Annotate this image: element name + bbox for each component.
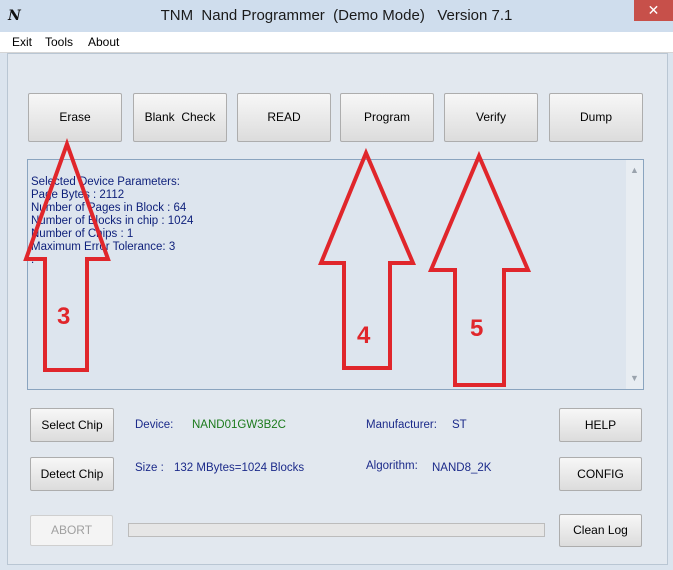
device-label: Device: bbox=[135, 419, 174, 431]
size-label: Size : bbox=[135, 462, 164, 474]
algorithm-value: NAND8_2K bbox=[432, 462, 492, 474]
clean-log-button[interactable]: Clean Log bbox=[559, 514, 642, 547]
close-icon: ✕ bbox=[647, 2, 660, 18]
log-text: Selected Device Parameters: Page Bytes :… bbox=[31, 176, 194, 266]
menu-tools[interactable]: Tools bbox=[45, 35, 73, 49]
verify-button[interactable]: Verify bbox=[444, 93, 538, 142]
dump-button[interactable]: Dump bbox=[549, 93, 643, 142]
blank-check-button[interactable]: Blank Check bbox=[133, 93, 227, 142]
menu-about[interactable]: About bbox=[88, 35, 119, 49]
algorithm-label: Algorithm: bbox=[366, 460, 418, 472]
erase-button[interactable]: Erase bbox=[28, 93, 122, 142]
help-button[interactable]: HELP bbox=[559, 408, 642, 442]
device-value: NAND01GW3B2C bbox=[192, 419, 286, 431]
log-scrollbar[interactable]: ▲ ▼ bbox=[626, 160, 643, 389]
progress-bar bbox=[128, 523, 545, 537]
scroll-down-icon[interactable]: ▼ bbox=[626, 370, 643, 387]
detect-chip-button[interactable]: Detect Chip bbox=[30, 457, 114, 491]
close-button[interactable]: ✕ bbox=[634, 0, 673, 21]
log-textbox[interactable]: Selected Device Parameters: Page Bytes :… bbox=[27, 159, 644, 390]
select-chip-button[interactable]: Select Chip bbox=[30, 408, 114, 442]
program-button[interactable]: Program bbox=[340, 93, 434, 142]
window-title: TNM Nand Programmer (Demo Mode) Version … bbox=[160, 7, 513, 24]
menu-bar: Exit Tools About bbox=[0, 32, 673, 53]
menu-exit[interactable]: Exit bbox=[12, 35, 32, 49]
title-bar[interactable]: N TNM Nand Programmer (Demo Mode) Versio… bbox=[0, 0, 673, 32]
abort-button[interactable]: ABORT bbox=[30, 515, 113, 546]
manufacturer-value: ST bbox=[452, 419, 467, 431]
size-value: 132 MBytes=1024 Blocks bbox=[174, 462, 305, 474]
scroll-up-icon[interactable]: ▲ bbox=[626, 162, 643, 179]
config-button[interactable]: CONFIG bbox=[559, 457, 642, 491]
manufacturer-label: Manufacturer: bbox=[366, 419, 437, 431]
read-button[interactable]: READ bbox=[237, 93, 331, 142]
